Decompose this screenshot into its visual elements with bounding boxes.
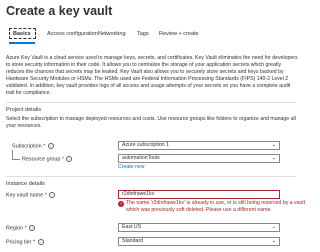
resource-group-label: Resource group * i <box>22 156 73 163</box>
resource-group-value: automationTools <box>122 155 160 161</box>
intro-text: Azure Key Vault is a cloud service used … <box>6 55 298 98</box>
description-line: your resources. <box>6 123 42 130</box>
tab-access-configuration[interactable]: Access configuration <box>47 31 98 37</box>
required-mark: * <box>44 192 47 199</box>
project-details-heading: Project details <box>6 107 42 113</box>
description-line: Select the subscription to manage deploy… <box>6 116 296 122</box>
error-icon: ! <box>118 201 124 207</box>
tab-basics-underline <box>9 42 35 44</box>
subscription-label: Subscription * i <box>12 143 54 149</box>
tab-focus-outline <box>9 28 36 39</box>
error-line: which was previously soft deleted. Pleas… <box>126 207 272 213</box>
page-title: Create a key vault <box>6 4 113 18</box>
region-label: Region * i <box>6 225 36 232</box>
error-line: The name 'r2dinfrawe1kv' is already in u… <box>126 200 306 206</box>
intro-line: validated. In addition, key vault provid… <box>6 83 291 90</box>
required-mark: * <box>43 143 46 150</box>
project-details-description: Select the subscription to manage deploy… <box>6 116 298 130</box>
divider <box>6 102 296 103</box>
info-icon[interactable]: i <box>29 225 36 231</box>
tab-networking[interactable]: Networking <box>98 31 126 37</box>
required-mark: * <box>61 156 64 163</box>
intro-line: Azure Key Vault is a cloud service used … <box>6 55 298 61</box>
region-value: East US <box>122 224 142 230</box>
info-icon[interactable]: i <box>49 192 56 198</box>
intro-line: to store security information in their c… <box>6 62 282 69</box>
chevron-down-icon: ⌄ <box>271 155 276 161</box>
resource-group-label-text: Resource group <box>22 156 61 163</box>
info-icon[interactable]: i <box>47 143 54 149</box>
resource-group-select[interactable]: automationTools ⌄ <box>118 154 280 163</box>
subscription-value: Azure subscription 1 <box>122 142 169 148</box>
key-vault-name-input[interactable]: r2dinfrawe1kv <box>118 190 280 199</box>
tree-connector-horizontal <box>12 159 20 160</box>
pricing-tier-value: Standard <box>122 238 144 244</box>
pricing-tier-select[interactable]: Standard ⌄ <box>118 237 280 246</box>
region-select[interactable]: East US ⌄ <box>118 223 280 232</box>
chevron-down-icon: ⌄ <box>271 224 276 230</box>
key-vault-name-label: Key vault name * i <box>6 192 56 199</box>
key-vault-name-label-text: Key vault name <box>6 192 44 199</box>
intro-line: reduces the chances that secrets may be … <box>6 69 284 76</box>
info-icon[interactable]: i <box>66 156 73 162</box>
pricing-tier-label-text: Pricing tier <box>6 239 32 246</box>
tab-review-create[interactable]: Review + create <box>159 31 199 37</box>
region-label-text: Region <box>6 225 24 232</box>
instance-details-heading: Instance details <box>6 181 45 187</box>
required-mark: * <box>32 239 36 246</box>
tab-tags[interactable]: Tags <box>137 31 149 37</box>
intro-line: trail for compliance. <box>6 90 51 97</box>
tree-connector <box>12 150 13 159</box>
key-vault-name-error: The name 'r2dinfrawe1kv' is already in u… <box>126 200 306 214</box>
required-mark: * <box>24 225 27 232</box>
intro-line: Hardware Security Modules or HSMs. The H… <box>6 76 289 83</box>
chevron-down-icon: ⌄ <box>271 142 276 148</box>
pricing-tier-label: Pricing tier * i <box>6 239 44 245</box>
divider <box>6 176 296 177</box>
chevron-down-icon: ⌄ <box>271 238 276 244</box>
info-icon[interactable]: i <box>37 239 44 245</box>
subscription-select[interactable]: Azure subscription 1 ⌄ <box>118 141 280 150</box>
subscription-label-text: Subscription <box>12 143 42 150</box>
create-new-link[interactable]: Create new <box>118 164 145 170</box>
